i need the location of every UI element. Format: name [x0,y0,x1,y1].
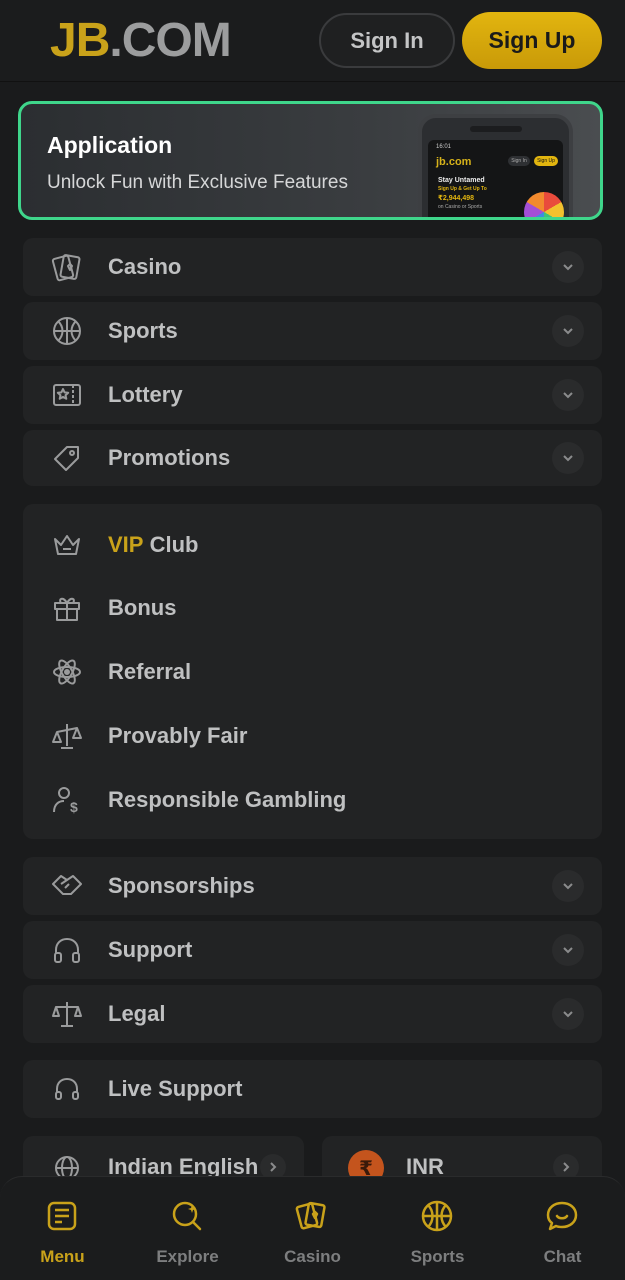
crown-icon [51,529,83,561]
chevron-down-icon[interactable] [552,934,584,966]
nav-chat[interactable]: Chat [500,1177,625,1280]
menu-item-support[interactable]: Support [23,921,602,979]
phone-signup: Sign Up [534,156,558,166]
sign-in-button[interactable]: Sign In [319,13,455,68]
menu-item-label: Provably Fair [108,723,248,748]
phone-signin: Sign In [508,156,530,166]
user-dollar-icon: $ [51,784,83,816]
lottery-ticket-icon [51,379,83,411]
nav-label: Explore [156,1247,219,1266]
club-text: Club [149,532,199,557]
basketball-icon [51,315,83,347]
menu-item-label: VIP Club [108,516,198,574]
sign-up-button[interactable]: Sign Up [462,12,602,69]
phone-promo-text: Stay Untamed Sign Up & Get Up To ₹2,944,… [438,176,487,212]
explore-search-icon [170,1199,204,1233]
menu-item-responsible-gambling[interactable]: $ Responsible Gambling [23,771,602,829]
menu-item-live-support[interactable]: Live Support [23,1060,602,1118]
nav-label: Casino [284,1247,341,1266]
phone-logo: jb.com [436,156,472,168]
svg-text:$: $ [70,799,78,815]
prize-wheel-icon [524,192,564,217]
menu-links-group: VIP Club Bonus Referral Provably Fair $ … [23,504,602,839]
app-download-banner[interactable]: Application Unlock Fun with Exclusive Fe… [18,101,603,220]
menu-item-lottery[interactable]: Lottery [23,366,602,424]
phone-mockup-image: 16:01 jb.com Sign In Sign Up Stay Untame… [418,114,573,217]
menu-item-vip-club[interactable]: VIP Club [23,516,602,574]
phone-headline: Stay Untamed [438,177,485,184]
menu-list-icon [45,1199,79,1233]
nav-explore[interactable]: Explore [125,1177,250,1280]
basketball-icon [420,1199,454,1233]
phone-line2: Sign Up & Get Up To [438,186,487,192]
menu-item-bonus[interactable]: Bonus [23,579,602,637]
chevron-down-icon[interactable] [552,442,584,474]
chat-bubble-icon [545,1199,579,1233]
chevron-down-icon[interactable] [552,251,584,283]
menu-item-sports[interactable]: Sports [23,302,602,360]
menu-item-label: Responsible Gambling [108,787,347,812]
nav-sports[interactable]: Sports [375,1177,500,1280]
chevron-down-icon[interactable] [552,998,584,1030]
tag-icon [51,443,83,475]
menu-item-label: Sports [108,318,178,343]
phone-notch [470,126,522,132]
menu-item-label: Live Support [108,1076,243,1101]
phone-time: 16:01 [436,144,452,150]
nav-label: Menu [40,1247,85,1266]
top-header: JB.COM Sign In Sign Up [0,0,625,82]
phone-amount: ₹2,944,498 [438,195,475,202]
phone-line4: on Casino or Sports [438,204,483,210]
app-banner-subtitle: Unlock Fun with Exclusive Features [47,172,348,193]
menu-item-label: Bonus [108,595,177,620]
nav-casino[interactable]: Casino [250,1177,375,1280]
menu-item-label: Sponsorships [108,873,255,898]
menu-item-legal[interactable]: Legal [23,985,602,1043]
menu-item-label: Referral [108,659,192,684]
menu-item-promotions[interactable]: Promotions [23,430,602,486]
gift-icon [51,592,83,624]
bottom-navigation: Menu Explore Casino Sports Chat [0,1176,625,1280]
chevron-down-icon[interactable] [552,870,584,902]
legal-scale-icon [51,998,83,1030]
menu-item-provably-fair[interactable]: Provably Fair [23,707,602,765]
menu-item-label: Casino [108,254,182,279]
menu-item-casino[interactable]: Casino [23,238,602,296]
phone-screen: 16:01 jb.com Sign In Sign Up Stay Untame… [428,140,564,217]
menu-item-label: Legal [108,1001,166,1026]
headset-icon [51,1073,83,1105]
logo-jb-text: JB [50,14,110,67]
cards-icon [295,1199,329,1233]
menu-item-label: Promotions [108,445,231,470]
chevron-down-icon[interactable] [552,315,584,347]
menu-item-sponsorships[interactable]: Sponsorships [23,857,602,915]
menu-item-referral[interactable]: Referral [23,643,602,701]
balance-scale-icon [51,720,83,752]
handshake-icon [51,870,83,902]
menu-item-label: Lottery [108,382,183,407]
jb-logo[interactable]: JB.COM [50,14,232,68]
headphones-icon [51,934,83,966]
logo-com-text: .COM [109,14,231,67]
nav-label: Chat [543,1247,582,1266]
nav-label: Sports [410,1247,465,1266]
chevron-down-icon[interactable] [552,379,584,411]
vip-highlight-text: VIP [108,532,144,557]
app-banner-title: Application [47,132,173,158]
menu-item-label: Support [108,937,193,962]
nav-menu[interactable]: Menu [0,1177,125,1280]
atom-icon [51,656,83,688]
cards-icon [51,251,83,283]
